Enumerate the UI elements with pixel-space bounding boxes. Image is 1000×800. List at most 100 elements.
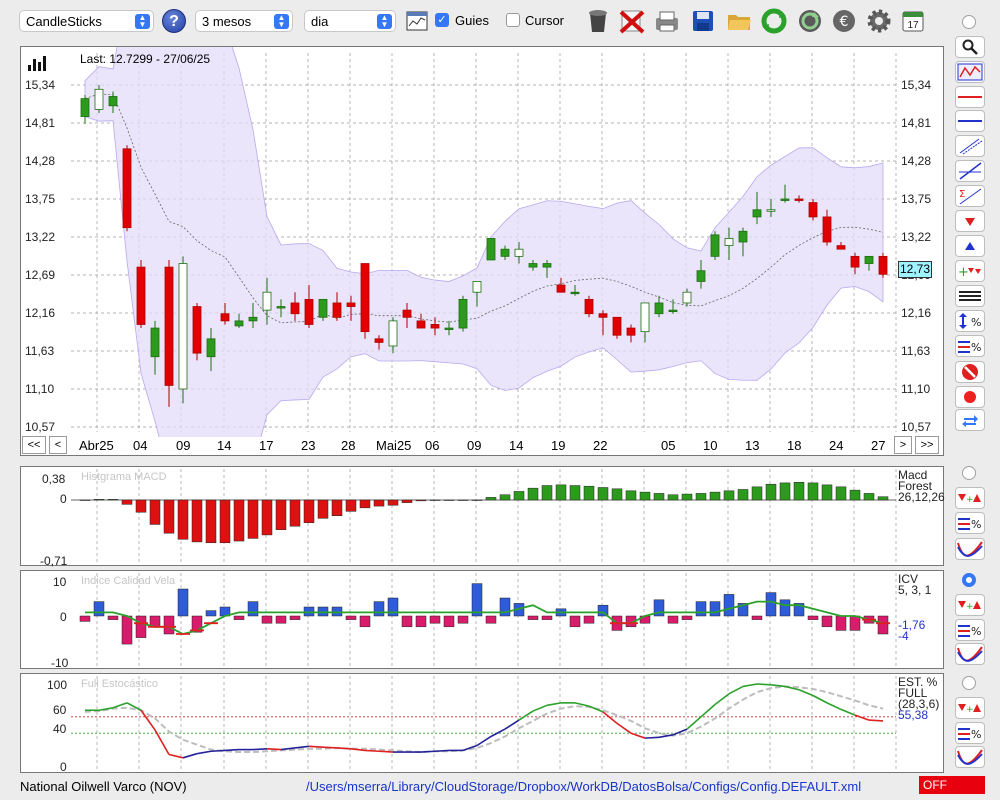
scale-percent-icon[interactable]: % — [955, 310, 985, 332]
candle-body — [136, 266, 146, 325]
signal-arrows-icon[interactable]: + — [955, 594, 985, 616]
percent-lines-icon[interactable]: % — [955, 722, 985, 744]
nav-last-button[interactable]: >> — [915, 436, 939, 454]
lines-icon[interactable] — [955, 285, 985, 307]
oscillator-curve-icon[interactable] — [955, 643, 985, 665]
swap-icon[interactable] — [955, 409, 985, 431]
macd-bar — [527, 487, 539, 501]
stoch-tick-40: 40 — [53, 722, 67, 736]
signal-arrows-icon[interactable]: + — [955, 487, 985, 509]
macd-bar — [765, 483, 777, 501]
candle-body — [108, 96, 118, 107]
stochastic-fast-segment — [588, 705, 604, 713]
svg-text:%: % — [971, 316, 981, 329]
svg-text:Σ: Σ — [959, 189, 965, 200]
bar-chart-icon[interactable] — [27, 53, 49, 71]
refresh-all-icon[interactable] — [795, 6, 825, 36]
chart-window-icon[interactable] — [402, 6, 432, 36]
gear-icon[interactable] — [864, 6, 894, 36]
config-path-link[interactable]: /Users/mserra/Library/CloudStorage/Dropb… — [306, 779, 861, 794]
icv-bar — [751, 615, 763, 620]
icv-bar — [821, 615, 833, 628]
stoch-value: 55,38 — [898, 708, 929, 722]
arrow-up-blue-icon[interactable] — [955, 235, 985, 257]
candle-body — [80, 98, 90, 117]
macd-bar — [793, 481, 805, 501]
interval-select[interactable]: dia ▲ ▼ — [304, 10, 396, 32]
macd-bar — [541, 485, 553, 501]
sigma-line-icon[interactable]: Σ — [955, 185, 985, 207]
percent-lines-icon[interactable]: % — [955, 619, 985, 641]
print-icon[interactable] — [652, 6, 682, 36]
candle-body — [290, 302, 300, 315]
trend-line-icon[interactable] — [955, 160, 985, 182]
candle-body — [332, 302, 342, 318]
guides-checkbox[interactable]: ✓ — [435, 13, 449, 27]
bar-style-icon[interactable] — [955, 61, 985, 83]
icv-bar — [695, 601, 707, 617]
period-select[interactable]: 3 mesos ▲ ▼ — [195, 10, 293, 32]
icv-bar — [79, 615, 91, 622]
folder-open-icon[interactable] — [724, 6, 754, 36]
macd-bar — [709, 491, 721, 501]
icv-bar — [401, 615, 413, 628]
icv-panel-radio[interactable] — [962, 573, 976, 587]
nav-next-button[interactable]: > — [894, 436, 912, 454]
candle-body — [318, 298, 328, 318]
delete-icon[interactable] — [617, 6, 647, 36]
oscillator-curve-icon[interactable] — [955, 746, 985, 768]
currency-icon[interactable]: € — [829, 6, 859, 36]
candle-body — [766, 209, 776, 212]
date-label: 14 — [509, 438, 524, 453]
zoom-icon[interactable] — [955, 36, 985, 58]
stochastic-panel-radio[interactable] — [962, 676, 976, 690]
price-tick-right: 14,28 — [901, 154, 931, 168]
macd-params-label: 26,12,26 — [898, 490, 945, 504]
macd-title: Histgrama MACD — [81, 471, 167, 483]
macd-bar — [303, 499, 315, 523]
macd-bar — [653, 493, 665, 501]
add-signal-icon[interactable]: + — [955, 260, 985, 282]
stochastic-fast-segment — [224, 748, 240, 752]
stop-icon[interactable] — [955, 361, 985, 383]
toolbar: CandleSticks ▲ ▼ ? 3 mesos ▲ ▼ dia ▲ ▼ ✓ Gu… — [0, 0, 1000, 44]
percent-lines-icon[interactable]: % — [955, 512, 985, 534]
trash-icon[interactable] — [583, 6, 613, 36]
chart-type-select[interactable]: CandleSticks ▲ ▼ — [19, 10, 154, 32]
help-icon[interactable]: ? — [162, 9, 186, 33]
candle-body — [710, 234, 720, 257]
svg-text:%: % — [971, 518, 981, 531]
percent-lines-icon[interactable]: % — [955, 335, 985, 357]
macd-bar — [261, 499, 273, 536]
oscillator-curve-icon[interactable] — [955, 538, 985, 560]
candle-body — [822, 216, 832, 243]
save-icon[interactable] — [688, 6, 718, 36]
candle-body — [556, 284, 566, 293]
price-tick-right: 10,57 — [901, 420, 931, 434]
signal-arrows-icon[interactable]: + — [955, 697, 985, 719]
horizontal-red-line-icon[interactable] — [955, 86, 985, 108]
price-tick-right: 13,22 — [901, 230, 931, 244]
candle-body — [458, 298, 468, 329]
status-off-badge[interactable]: OFF — [919, 776, 985, 794]
svg-text:€: € — [840, 14, 849, 30]
refresh-icon[interactable] — [759, 6, 789, 36]
calendar-icon[interactable]: 17 — [898, 6, 928, 36]
icv-value-2: -4 — [898, 629, 909, 643]
icv-bar — [415, 615, 427, 628]
price-tick-left: 12,69 — [25, 268, 55, 282]
nav-first-button[interactable]: << — [22, 436, 46, 454]
macd-panel-radio[interactable] — [962, 466, 976, 480]
candle-body — [276, 306, 286, 309]
macd-bar — [443, 499, 455, 501]
nav-prev-button[interactable]: < — [49, 436, 67, 454]
cursor-checkbox[interactable] — [506, 13, 520, 27]
stochastic-fast-segment — [252, 747, 268, 751]
horizontal-blue-line-icon[interactable] — [955, 110, 985, 132]
main-chart-radio[interactable] — [962, 15, 976, 29]
macd-bar — [513, 491, 525, 501]
trend-channel-icon[interactable] — [955, 135, 985, 157]
record-icon[interactable] — [955, 386, 985, 408]
arrow-down-red-icon[interactable] — [955, 210, 985, 232]
date-label: 13 — [745, 438, 760, 453]
